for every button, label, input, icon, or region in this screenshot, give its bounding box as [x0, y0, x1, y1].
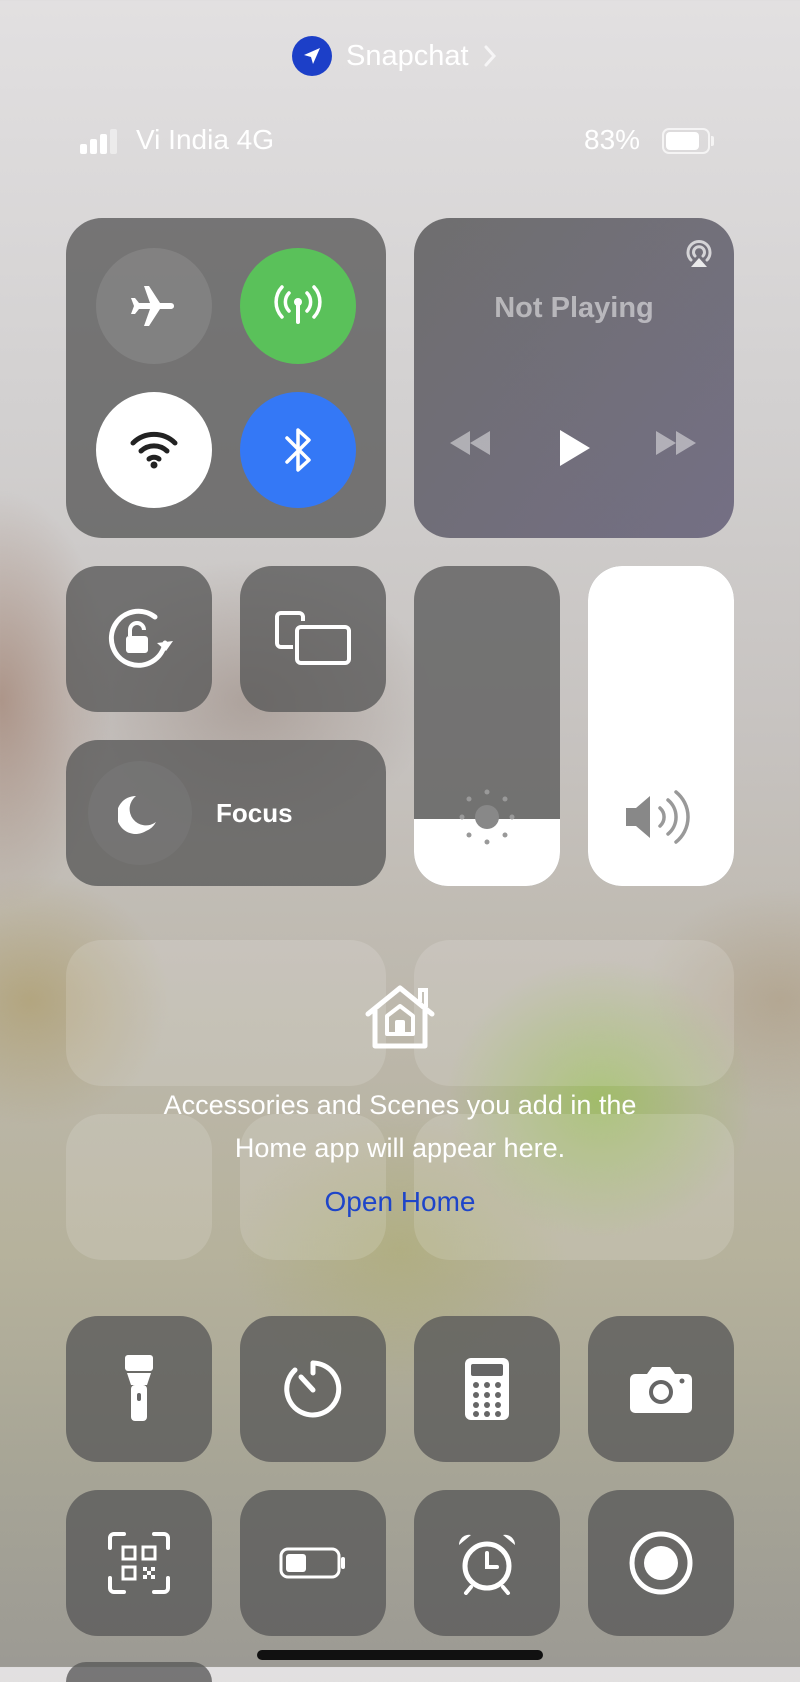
qr-scanner-button[interactable] — [66, 1490, 212, 1636]
flashlight-button[interactable] — [66, 1316, 212, 1462]
low-power-mode-button[interactable] — [240, 1490, 386, 1636]
battery-icon — [662, 128, 714, 154]
home-indicator[interactable] — [257, 1650, 543, 1660]
wifi-icon — [130, 431, 178, 469]
home-message-line2: Home app will appear here. — [234, 1133, 566, 1163]
calculator-button[interactable] — [414, 1316, 560, 1462]
orientation-lock-button[interactable] — [66, 566, 212, 712]
screen-mirroring-icon — [275, 611, 351, 665]
camera-button[interactable] — [588, 1316, 734, 1462]
status-bar: Vi India 4G 83% — [80, 122, 720, 162]
screen-record-icon — [629, 1531, 693, 1595]
home-placeholder-tile — [414, 940, 734, 1086]
media-status: Not Playing — [494, 292, 654, 324]
focus-label: Focus — [216, 797, 293, 828]
orientation-lock-icon — [108, 608, 173, 668]
airplay-icon[interactable] — [682, 236, 716, 270]
rewind-icon — [450, 431, 490, 455]
home-placeholder-tile — [66, 940, 386, 1086]
cellular-data-toggle[interactable] — [240, 248, 356, 364]
play-button[interactable] — [556, 428, 592, 468]
home-icon — [362, 984, 438, 1050]
cellular-antenna-icon — [274, 285, 322, 324]
moon-icon — [118, 795, 156, 834]
alarm-icon — [458, 1534, 516, 1595]
volume-slider[interactable] — [588, 566, 734, 886]
carrier-label: Vi India 4G — [136, 124, 275, 155]
battery-percent: 83% — [584, 124, 641, 155]
fast-forward-button[interactable] — [654, 428, 698, 458]
signal-strength-icon — [80, 128, 120, 154]
open-home-link[interactable]: Open Home — [300, 1186, 500, 1218]
timer-button[interactable] — [240, 1316, 386, 1462]
low-power-battery-icon — [279, 1547, 345, 1579]
partial-control-tile — [66, 1662, 212, 1682]
camera-icon — [630, 1367, 692, 1413]
screen-record-button[interactable] — [588, 1490, 734, 1636]
wifi-toggle[interactable] — [96, 392, 212, 508]
screen-mirroring-button[interactable] — [240, 566, 386, 712]
flashlight-icon — [125, 1355, 153, 1421]
airplane-mode-toggle[interactable] — [96, 248, 212, 364]
brightness-slider[interactable] — [414, 566, 560, 886]
speaker-icon — [622, 784, 702, 850]
home-message-line1: Accessories and Scenes you add in the — [163, 1090, 637, 1120]
location-arrow-icon — [292, 36, 332, 76]
play-icon — [560, 430, 590, 466]
breadcrumb-app-name: Snapchat — [346, 39, 469, 72]
focus-icon-circle — [88, 761, 192, 865]
focus-button[interactable]: Focus — [66, 740, 386, 886]
breadcrumb[interactable]: Snapchat — [292, 36, 497, 76]
qr-scanner-icon — [108, 1532, 170, 1594]
bluetooth-icon — [285, 428, 311, 472]
fast-forward-icon — [656, 431, 696, 455]
timer-icon — [284, 1360, 342, 1418]
rewind-button[interactable] — [448, 428, 492, 458]
chevron-right-icon — [484, 45, 496, 67]
sun-icon — [454, 784, 520, 850]
alarm-button[interactable] — [414, 1490, 560, 1636]
calculator-icon — [465, 1358, 509, 1420]
bluetooth-toggle[interactable] — [240, 392, 356, 508]
airplane-icon — [131, 286, 174, 326]
